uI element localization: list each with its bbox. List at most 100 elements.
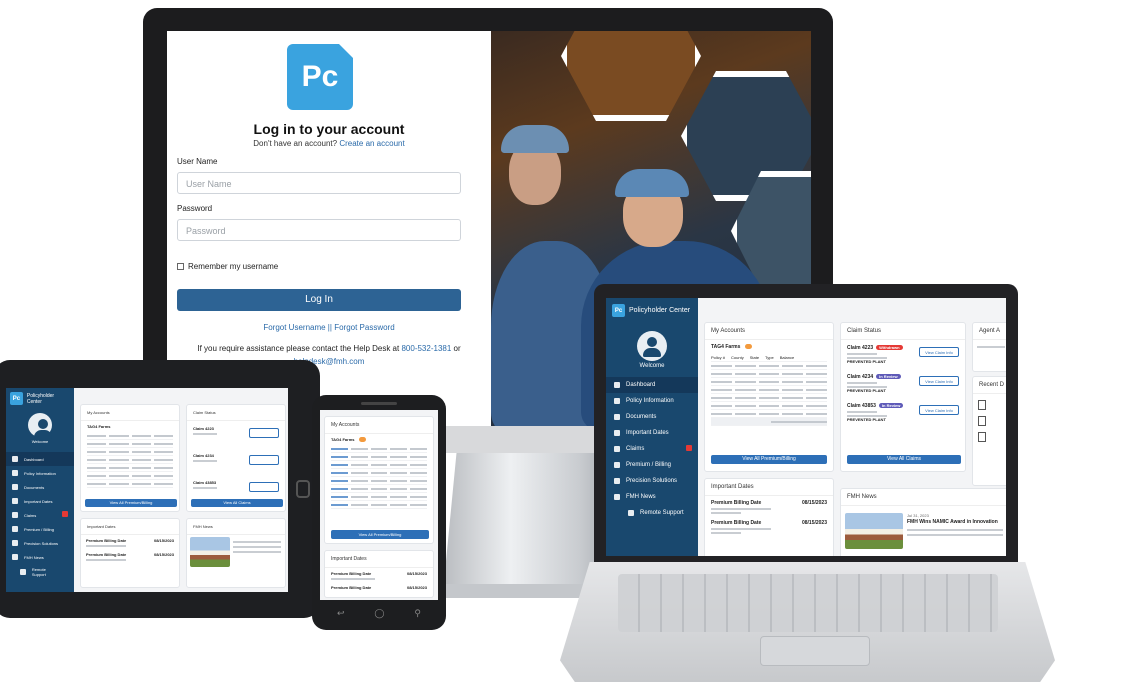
nav-dashboard[interactable]: Dashboard	[606, 377, 698, 393]
view-claim-info-button[interactable]	[249, 455, 279, 465]
phone-speaker	[361, 402, 397, 405]
nav-fmh-news[interactable]: FMH News	[6, 550, 74, 564]
view-premium-billing-button[interactable]: View All Premium/Billing	[331, 530, 429, 539]
app-logo-mini: Pc	[10, 392, 23, 405]
sidebar: Pc Policyholder Center Welcome Dashboard…	[606, 298, 698, 556]
nav-policy-information[interactable]: Policy Information	[606, 393, 698, 409]
pdf-icon[interactable]	[978, 432, 986, 442]
welcome-text: Welcome	[639, 363, 665, 369]
nav-documents[interactable]: Documents	[6, 480, 74, 494]
card-title: FMH News	[841, 489, 1006, 506]
app-logo: Pc	[287, 44, 353, 110]
view-claim-info-button[interactable]	[249, 482, 279, 492]
notification-badge	[686, 445, 692, 451]
laptop-screen: Pc Policyholder Center Welcome Dashboard…	[606, 298, 1006, 556]
sidebar-header: Pc Policyholder Center	[606, 298, 698, 323]
search-icon[interactable]: ⚲	[414, 608, 421, 619]
column-header: Policy #	[711, 355, 726, 360]
column-header: County	[731, 355, 744, 360]
card-title: Recent D	[973, 377, 1006, 394]
view-claim-info-button[interactable]: View Claim Info	[919, 376, 959, 386]
remote-support-link[interactable]: Remote Support	[606, 505, 698, 521]
phone-screen: My Accounts TAG4 Farms View All Premium/…	[320, 410, 438, 600]
agent-card: Agent A	[972, 322, 1006, 372]
column-header: State	[749, 355, 760, 360]
card-title: FMH News	[187, 519, 285, 535]
tablet-home-button[interactable]	[296, 480, 310, 498]
view-claim-info-button[interactable]	[249, 428, 279, 438]
nav-precision-solutions[interactable]: Precision Solutions	[606, 473, 698, 489]
nav-important-dates[interactable]: Important Dates	[606, 425, 698, 441]
date-value: 08/15/2023	[153, 538, 174, 543]
date-row: Premium Billing Date 08/15/2023	[325, 582, 433, 590]
back-icon[interactable]: ↩	[337, 608, 345, 619]
folder-icon	[614, 414, 620, 420]
remote-support-link[interactable]: Remote Support	[6, 564, 74, 580]
table-row	[87, 432, 173, 440]
table-row	[331, 453, 427, 461]
nav-dashboard[interactable]: Dashboard	[6, 452, 74, 466]
table-row	[331, 445, 427, 453]
view-premium-billing-button[interactable]: View All Premium/Billing	[85, 499, 177, 507]
account-name-text: TAG4 Farms	[87, 424, 111, 429]
forgot-password-link[interactable]: Forgot Password	[334, 323, 394, 332]
nav-important-dates[interactable]: Important Dates	[6, 494, 74, 508]
view-premium-billing-button[interactable]: View All Premium/Billing	[711, 455, 827, 464]
card-title: My Accounts	[81, 405, 179, 421]
nav-claims[interactable]: Claims	[606, 441, 698, 457]
nav-fmh-news[interactable]: FMH News	[606, 489, 698, 505]
table-row	[711, 386, 827, 394]
app-title: Policyholder Center	[26, 392, 55, 405]
news-image	[845, 513, 903, 549]
chevron-icon	[614, 478, 620, 484]
farmer-cap	[615, 169, 689, 197]
home-icon[interactable]: ◯	[374, 608, 384, 619]
nav-label: Premium / Billing	[626, 462, 672, 468]
hex-shape	[561, 31, 701, 121]
date-row: Premium Billing Date 08/15/2023	[325, 568, 433, 576]
remember-checkbox[interactable]	[177, 263, 184, 270]
nav-policy-information[interactable]: Policy Information	[6, 466, 74, 480]
date-label: Premium Billing Date	[86, 538, 127, 543]
table-row	[331, 477, 427, 485]
pdf-icon[interactable]	[978, 416, 986, 426]
view-all-claims-button[interactable]: View All Claims	[191, 499, 283, 507]
date-value: 08/15/2023	[801, 520, 827, 526]
password-label: Password	[177, 204, 213, 213]
login-button[interactable]: Log In	[177, 289, 461, 311]
view-all-claims-button[interactable]: View All Claims	[847, 455, 961, 464]
forgot-username-link[interactable]: Forgot Username	[263, 323, 325, 332]
nav-premium-billing[interactable]: Premium / Billing	[6, 522, 74, 536]
nav-claims[interactable]: Claims	[6, 508, 74, 522]
pdf-icon[interactable]	[978, 400, 986, 410]
nav-documents[interactable]: Documents	[606, 409, 698, 425]
account-name: TAG4 Farms	[705, 340, 833, 354]
table-row	[331, 485, 427, 493]
table-row	[87, 464, 173, 472]
calendar-icon	[12, 498, 18, 504]
nav-premium-billing[interactable]: Premium / Billing	[606, 457, 698, 473]
nav-label: Claims	[24, 512, 37, 518]
account-badge	[744, 344, 752, 349]
nav-label: Dashboard	[24, 456, 44, 462]
nav-precision-solutions[interactable]: Precision Solutions	[6, 536, 74, 550]
nav-label: Premium / Billing	[24, 526, 55, 532]
table-row	[331, 501, 427, 509]
username-field[interactable]: User Name	[177, 172, 461, 194]
create-account-link[interactable]: Create an account	[339, 139, 404, 148]
sidebar-header: Pc Policyholder Center	[6, 388, 74, 409]
date-label: Premium Billing Date	[331, 585, 372, 590]
document-icon	[614, 398, 620, 404]
my-accounts-card: My Accounts TAG4 Farms Policy # County S…	[704, 322, 834, 472]
news-headline[interactable]: FMH Wins NAMIC Award in Innovation	[907, 519, 998, 525]
password-field[interactable]: Password	[177, 219, 461, 241]
table-row	[87, 480, 173, 488]
view-claim-info-button[interactable]: View Claim Info	[919, 405, 959, 415]
claim-item: Claim 43853 In Review PREVENTED PLANT Vie…	[847, 403, 959, 427]
login-title: Log in to your account	[253, 121, 405, 137]
card-title: My Accounts	[705, 323, 833, 340]
help-phone-link[interactable]: 800-532-1381	[401, 344, 451, 353]
view-claim-info-button[interactable]: View Claim Info	[919, 347, 959, 357]
nav-label: FMH News	[626, 494, 656, 500]
app-logo-mini: Pc	[612, 304, 625, 317]
